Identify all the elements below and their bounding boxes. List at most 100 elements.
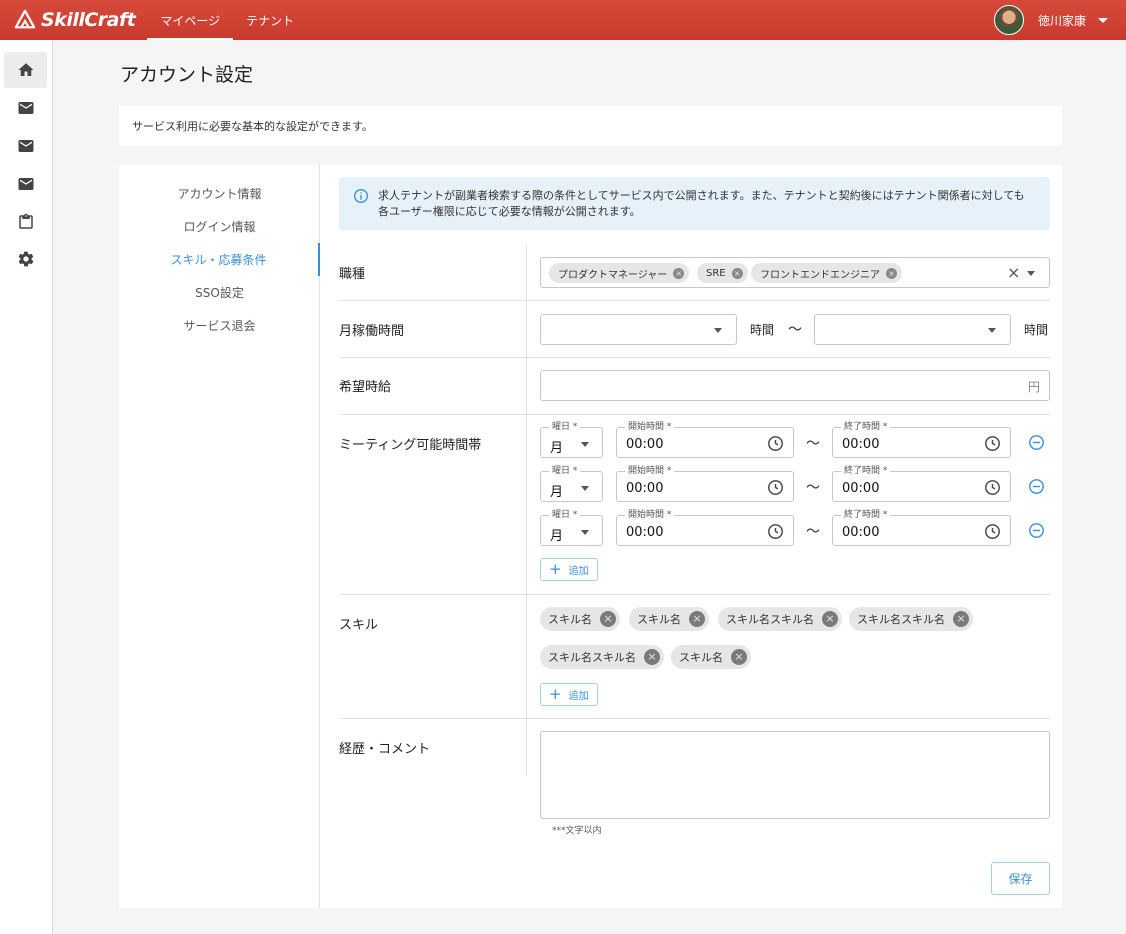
chevron-down-icon[interactable] (581, 442, 589, 447)
skill-chip: スキル名スキル名 × (718, 607, 842, 631)
start-legend: 開始時間 * (625, 465, 675, 477)
clock-icon[interactable] (984, 479, 1001, 496)
settings-nav-account[interactable]: アカウント情報 (119, 177, 320, 210)
clock-icon[interactable] (767, 479, 784, 496)
close-icon[interactable]: × (953, 611, 969, 627)
settings-nav-sso[interactable]: SSO設定 (119, 276, 320, 309)
comment-row: 経歴・コメント ***文字以内 (339, 719, 1050, 836)
close-icon[interactable]: × (731, 267, 743, 279)
hours-row: 月稼働時間 時間 〜 時間 (339, 301, 1050, 358)
meeting-label: ミーティング可能時間帯 (339, 438, 482, 453)
clock-icon[interactable] (984, 435, 1001, 452)
row-divider (526, 595, 527, 718)
day-value: 月 (550, 485, 564, 500)
skill-chip: スキル名スキル名 × (540, 645, 664, 669)
chevron-down-icon[interactable] (581, 530, 589, 535)
rail-mail-3[interactable] (4, 166, 47, 202)
close-icon[interactable]: × (600, 611, 616, 627)
hours-unit: 時間 (1024, 323, 1049, 337)
skill-chip-label: スキル名 (679, 651, 723, 664)
meeting-start-input[interactable]: 開始時間 * 00:00 (616, 465, 794, 502)
chevron-down-icon[interactable] (714, 328, 722, 333)
chevron-down-icon[interactable] (581, 486, 589, 491)
save-button[interactable]: 保存 (991, 862, 1050, 895)
meeting-end-input[interactable]: 終了時間 * 00:00 (832, 465, 1011, 502)
skill-chip-label: スキル名スキル名 (857, 613, 945, 626)
job-select[interactable]: プロダクトマネージャー × SRE × フロントエンドエンジニア × × (540, 257, 1050, 288)
meeting-end-input[interactable]: 終了時間 * 00:00 (832, 421, 1011, 458)
user-name[interactable]: 徳川家康 (1038, 12, 1086, 29)
clock-icon[interactable] (984, 523, 1001, 540)
day-legend: 曜日 * (549, 509, 581, 521)
plus-icon: + (549, 685, 562, 703)
rail-settings[interactable] (4, 241, 47, 277)
mail-icon (18, 102, 33, 114)
nav-tenant[interactable]: テナント (233, 0, 307, 40)
end-value: 00:00 (842, 481, 880, 496)
meeting-end-input[interactable]: 終了時間 * 00:00 (832, 509, 1011, 546)
end-value: 00:00 (842, 437, 880, 452)
hours-from-select[interactable] (540, 314, 737, 345)
meeting-day-select[interactable]: 曜日 * 月 (540, 465, 603, 502)
wage-input[interactable]: 円 (540, 370, 1050, 401)
logo[interactable]: SkillCraft (14, 9, 136, 31)
yen-unit: 円 (1027, 380, 1040, 394)
avatar[interactable] (993, 5, 1024, 35)
skill-chip-label: スキル名 (637, 613, 681, 626)
close-icon[interactable]: × (644, 649, 660, 665)
close-icon[interactable]: × (689, 611, 705, 627)
wage-row: 希望時給 円 (339, 358, 1050, 415)
meeting-start-input[interactable]: 開始時間 * 00:00 (616, 421, 794, 458)
close-icon[interactable]: × (886, 267, 897, 279)
top-nav: マイページ テナント (147, 0, 307, 40)
chevron-down-icon[interactable] (1027, 271, 1035, 276)
job-row: 職種 プロダクトマネージャー × SRE × フロントエンドエンジニア × × (339, 244, 1050, 301)
meeting-row: ミーティング可能時間帯 曜日 * 月 開始時間 * 00:00 〜 終了時間 *… (339, 415, 1050, 595)
meeting-day-select[interactable]: 曜日 * 月 (540, 421, 603, 458)
skills-row: スキル スキル名 × スキル名 × スキル名スキル名 × スキル名スキル名 × スキル名… (339, 595, 1050, 719)
skill-chip: スキル名スキル名 × (849, 607, 973, 631)
add-skill-button[interactable]: + 追加 (540, 683, 598, 706)
meeting-day-select[interactable]: 曜日 * 月 (540, 509, 603, 546)
rail-clipboard[interactable] (4, 204, 47, 240)
chevron-down-icon[interactable] (988, 328, 996, 333)
add-meeting-button[interactable]: + 追加 (540, 558, 598, 581)
comment-textarea[interactable] (540, 731, 1050, 819)
info-banner: 求人テナントが副業者検索する際の条件としてサービス内で公開されます。また、テナン… (339, 177, 1050, 230)
info-line-2: 各ユーザー権限に応じて必要な情報が公開されます。 (378, 205, 641, 218)
meeting-start-input[interactable]: 開始時間 * 00:00 (616, 509, 794, 546)
day-legend: 曜日 * (549, 421, 581, 433)
close-icon[interactable]: × (673, 267, 685, 279)
job-chip: フロントエンドエンジニア × (751, 263, 902, 283)
rail-home[interactable] (4, 52, 47, 88)
rail-mail-2[interactable] (4, 128, 47, 164)
plus-icon: + (549, 560, 562, 578)
logo-text: SkillCraft (41, 9, 136, 31)
clock-icon[interactable] (767, 523, 784, 540)
user-menu[interactable]: 徳川家康 (993, 0, 1108, 40)
remove-circle-icon[interactable] (1028, 478, 1045, 495)
settings-nav-skills[interactable]: スキル・応募条件 (119, 243, 320, 276)
clock-icon[interactable] (767, 435, 784, 452)
row-divider (526, 415, 527, 594)
comment-label: 経歴・コメント (339, 742, 431, 757)
hours-to-select[interactable] (814, 314, 1011, 345)
close-icon[interactable]: × (731, 649, 747, 665)
rail-mail-1[interactable] (4, 90, 47, 126)
remove-circle-icon[interactable] (1028, 522, 1045, 539)
nav-mypage[interactable]: マイページ (147, 0, 234, 40)
settings-nav-login[interactable]: ログイン情報 (119, 210, 320, 243)
page-description: サービス利用に必要な基本的な設定ができます。 (119, 106, 1062, 146)
settings-nav: アカウント情報 ログイン情報 スキル・応募条件 SSO設定 サービス退会 (119, 165, 320, 908)
close-icon[interactable]: × (822, 611, 838, 627)
remove-circle-icon[interactable] (1028, 434, 1045, 451)
start-value: 00:00 (626, 525, 664, 540)
add-meeting-label: 追加 (568, 566, 589, 577)
settings-nav-withdraw[interactable]: サービス退会 (119, 309, 320, 342)
mail-icon (18, 140, 33, 152)
range-tilde: 〜 (788, 322, 802, 338)
range-tilde: 〜 (806, 436, 820, 452)
range-tilde: 〜 (806, 524, 820, 540)
chevron-down-icon[interactable] (1098, 17, 1108, 23)
clear-icon[interactable]: × (1007, 263, 1020, 282)
